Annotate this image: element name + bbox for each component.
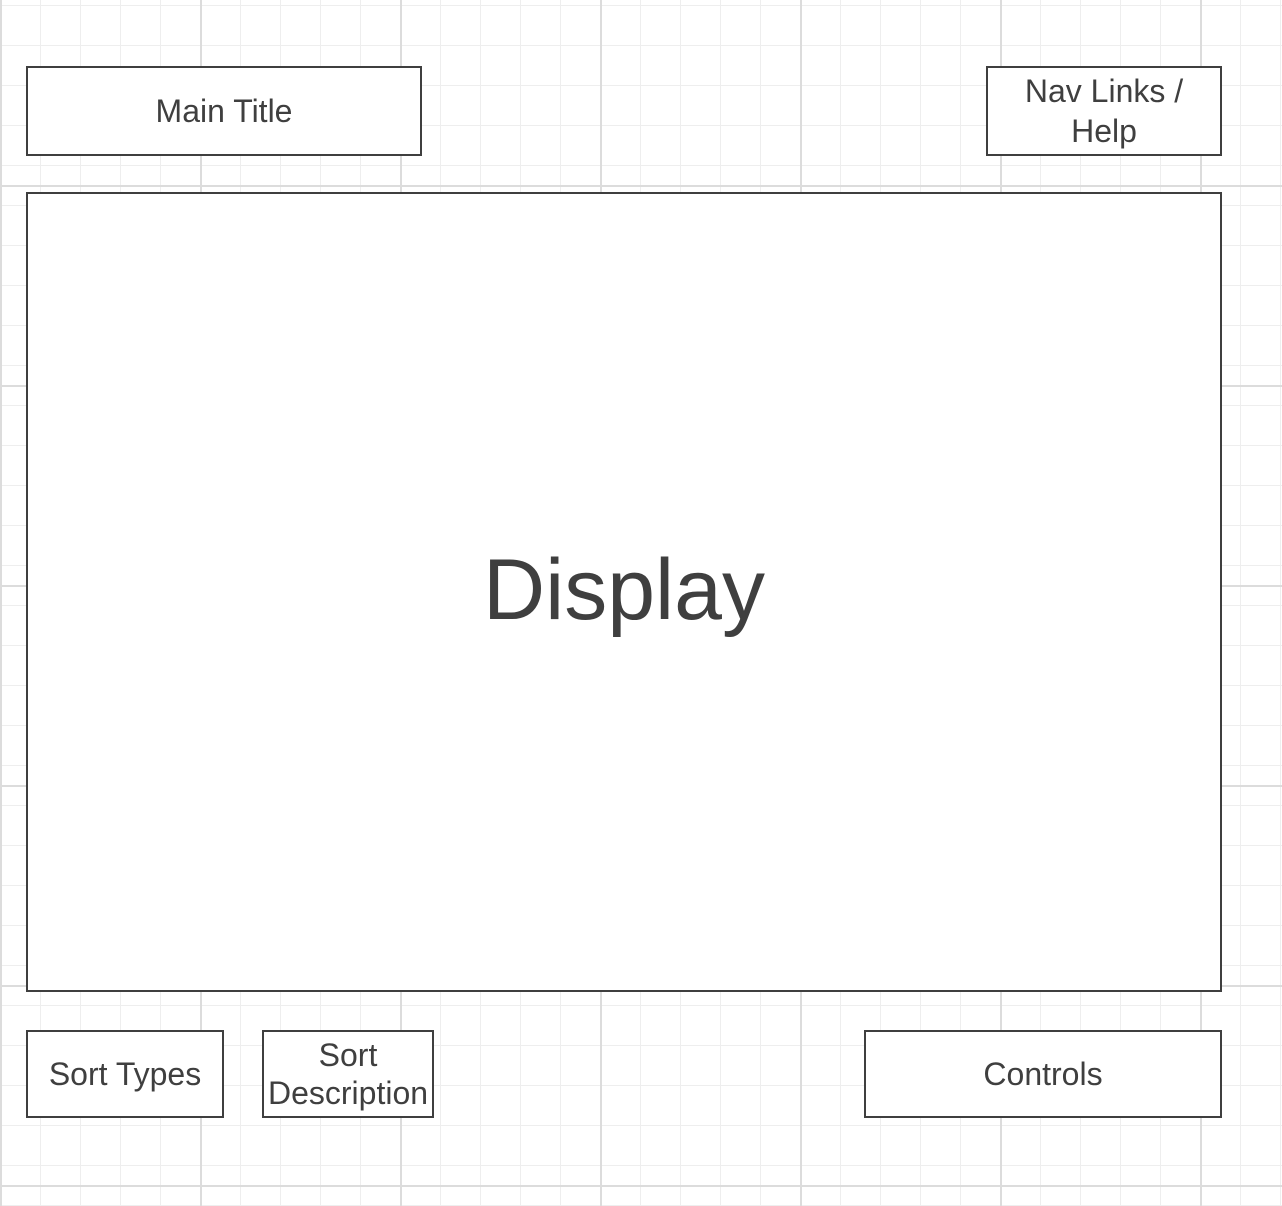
nav-links-label-line1: Nav Links / — [1024, 73, 1184, 109]
nav-links-label-line2: Help — [1071, 113, 1137, 149]
main-title-box: Main Title — [26, 66, 422, 156]
nav-links-help-text: Nav Links / Help — [1025, 71, 1183, 151]
display-label: Display — [483, 542, 765, 638]
sort-description-label-line2: Description — [267, 1075, 429, 1111]
sort-types-label: Sort Types — [48, 1056, 202, 1092]
sort-description-box: Sort Description — [262, 1030, 434, 1118]
display-box: Display — [26, 192, 1222, 992]
controls-label: Controls — [983, 1056, 1103, 1092]
sort-description-label-line1: Sort — [318, 1037, 378, 1073]
nav-links-help-box: Nav Links / Help — [986, 66, 1222, 156]
controls-box: Controls — [864, 1030, 1222, 1118]
sort-description-text: Sort Description — [268, 1036, 428, 1112]
main-title-label: Main Title — [155, 93, 293, 129]
sort-types-box: Sort Types — [26, 1030, 224, 1118]
